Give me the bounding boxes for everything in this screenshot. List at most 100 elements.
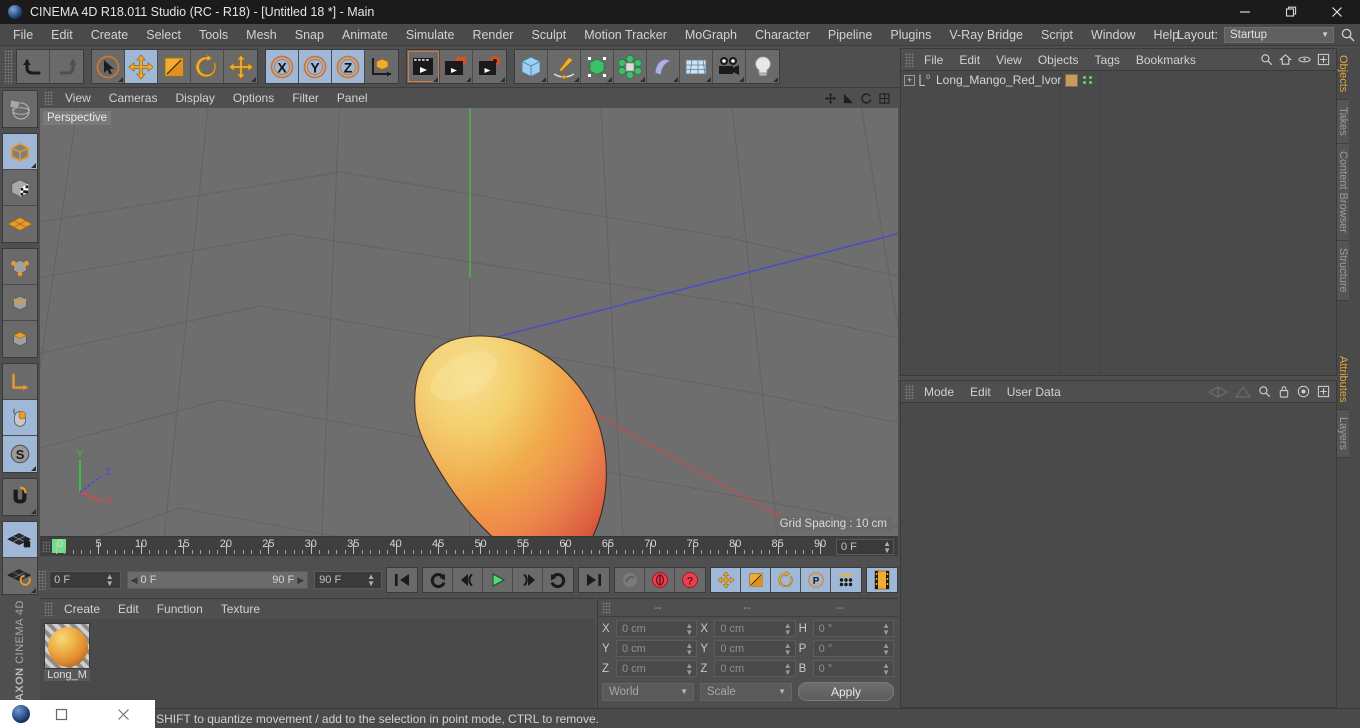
material-manager-body[interactable]: Long_M — [40, 619, 595, 708]
tab-takes[interactable]: Takes — [1337, 100, 1349, 145]
menu-window[interactable]: Window — [1082, 24, 1144, 46]
move-tool[interactable] — [125, 50, 158, 83]
range-left-arrow-icon[interactable]: ◀ — [131, 575, 138, 586]
timeline-button[interactable] — [867, 568, 897, 592]
object-menu-view[interactable]: View — [988, 49, 1030, 71]
spinner-icon[interactable]: ▲ ▼ — [685, 661, 693, 676]
menu-edit[interactable]: Edit — [42, 24, 82, 46]
toolbar-grip[interactable] — [4, 49, 13, 84]
point-level-animation-toggle[interactable] — [831, 568, 861, 592]
size-z-input[interactable]: 0 cm ▲ ▼ — [714, 660, 796, 677]
spinner-icon[interactable]: ▲ ▼ — [367, 573, 377, 588]
make-editable-tool[interactable] — [3, 91, 37, 127]
viewport-menu-filter[interactable]: Filter — [283, 88, 328, 108]
material-item[interactable]: Long_M — [44, 623, 90, 681]
object-extra-column[interactable] — [1101, 71, 1336, 375]
points-mode-tool[interactable] — [3, 249, 37, 285]
home-icon[interactable] — [1279, 53, 1292, 66]
render-settings-button[interactable] — [473, 50, 506, 83]
model-mode-tool[interactable] — [3, 134, 37, 170]
viewport-rotate-icon[interactable] — [861, 92, 872, 104]
autokeying-button[interactable] — [645, 568, 675, 592]
world-object-coordinate-toggle[interactable] — [365, 50, 398, 83]
tab-content-browser[interactable]: Content Browser — [1337, 144, 1349, 241]
polygons-mode-tool[interactable] — [3, 321, 37, 357]
workplane-mode-tool[interactable] — [3, 206, 37, 242]
add-spline-button[interactable] — [548, 50, 581, 83]
spinner-icon[interactable]: ▲ ▼ — [685, 641, 693, 656]
close-window-button[interactable] — [93, 708, 156, 721]
rot-p-input[interactable]: 0 ° ▲ ▼ — [812, 640, 894, 657]
enable-snapping-tool[interactable] — [3, 400, 37, 436]
object-tag-column[interactable] — [1061, 71, 1101, 375]
spinner-icon[interactable]: ▲ ▼ — [883, 540, 893, 555]
maximize-button[interactable] — [1268, 0, 1314, 24]
spinner-icon[interactable]: ▲ ▼ — [882, 641, 890, 656]
add-array-button[interactable] — [614, 50, 647, 83]
tool-options-corner[interactable] — [607, 77, 612, 82]
attribute-menu-mode[interactable]: Mode — [916, 381, 962, 403]
size-x-input[interactable]: 0 cm ▲ ▼ — [714, 620, 796, 637]
go-to-start-button[interactable] — [387, 568, 417, 592]
add-scene-environment-button[interactable] — [680, 50, 713, 83]
object-menu-tags[interactable]: Tags — [1087, 49, 1128, 71]
object-menu-bookmarks[interactable]: Bookmarks — [1128, 49, 1204, 71]
tab-attributes[interactable]: Attributes — [1337, 348, 1349, 411]
tag-dots-icon[interactable] — [1083, 76, 1093, 84]
lock-icon[interactable] — [1278, 385, 1290, 398]
tool-options-corner[interactable] — [706, 77, 711, 82]
pos-x-input[interactable]: 0 cm ▲ ▼ — [616, 620, 698, 637]
range-right-arrow-icon[interactable]: ▶ — [297, 575, 304, 586]
tab-objects[interactable]: Objects — [1337, 48, 1349, 101]
viewport-menu-view[interactable]: View — [56, 88, 100, 108]
edges-mode-tool[interactable] — [3, 285, 37, 321]
max-frame-field[interactable]: 90 F ▲ ▼ — [314, 571, 382, 589]
tool-options-corner[interactable] — [31, 588, 36, 593]
menu-motion-tracker[interactable]: Motion Tracker — [575, 24, 676, 46]
menu-character[interactable]: Character — [746, 24, 819, 46]
scale-tool[interactable] — [158, 50, 191, 83]
maximize-icon[interactable] — [1317, 53, 1330, 66]
spinner-icon[interactable]: ▲ ▼ — [685, 621, 693, 636]
menu-tools[interactable]: Tools — [190, 24, 237, 46]
tool-options-corner[interactable] — [640, 77, 645, 82]
coordinate-manager-grip[interactable] — [602, 601, 611, 614]
timeline-track[interactable]: 0 5 10 15 20 25 30 35 40 45 50 55 60 65 70 75 80 85 90 — [52, 537, 830, 556]
menu-vray-bridge[interactable]: V-Ray Bridge — [940, 24, 1032, 46]
object-manager-grip[interactable] — [905, 52, 914, 67]
keyframe-selection-button[interactable]: ? — [675, 568, 705, 592]
tool-options-corner[interactable] — [500, 77, 505, 82]
tool-options-corner[interactable] — [251, 77, 256, 82]
x-axis-lock[interactable]: X — [266, 50, 299, 83]
record-active-objects-button[interactable] — [615, 568, 645, 592]
menu-create[interactable]: Create — [82, 24, 138, 46]
tool-options-corner[interactable] — [31, 466, 36, 471]
render-view-button[interactable] — [407, 50, 440, 83]
viewport-move-icon[interactable] — [825, 92, 836, 104]
viewport-menu-panel[interactable]: Panel — [328, 88, 377, 108]
tool-options-corner[interactable] — [773, 77, 778, 82]
maximize-icon[interactable] — [1317, 385, 1330, 398]
add-deformer-button[interactable] — [647, 50, 680, 83]
attribute-manager-grip[interactable] — [905, 384, 914, 399]
attribute-menu-edit[interactable]: Edit — [962, 381, 999, 403]
menu-script[interactable]: Script — [1032, 24, 1082, 46]
step-forward-button[interactable] — [513, 568, 543, 592]
play-backwards-button[interactable] — [423, 568, 453, 592]
minimize-button[interactable] — [1222, 0, 1268, 24]
animbar-grip[interactable] — [38, 570, 47, 590]
coordinate-system-dropdown[interactable]: World ▼ — [602, 682, 694, 701]
material-menu-function[interactable]: Function — [148, 599, 212, 619]
redo-button[interactable] — [50, 50, 83, 83]
viewport-menu-display[interactable]: Display — [166, 88, 223, 108]
spinner-icon[interactable]: ▲ ▼ — [784, 621, 792, 636]
z-axis-lock[interactable]: Z — [332, 50, 365, 83]
loop-button[interactable] — [543, 568, 573, 592]
position-key-toggle[interactable] — [711, 568, 741, 592]
coordinate-mode-dropdown[interactable]: Scale ▼ — [700, 682, 792, 701]
object-axis-tool[interactable] — [3, 364, 37, 400]
viewport-canvas[interactable]: Perspective Y X Z Grid Spacing: 10 cm — [40, 108, 898, 536]
object-menu-file[interactable]: File — [916, 49, 951, 71]
spinner-icon[interactable]: ▲ ▼ — [882, 661, 890, 676]
menu-mograph[interactable]: MoGraph — [676, 24, 746, 46]
